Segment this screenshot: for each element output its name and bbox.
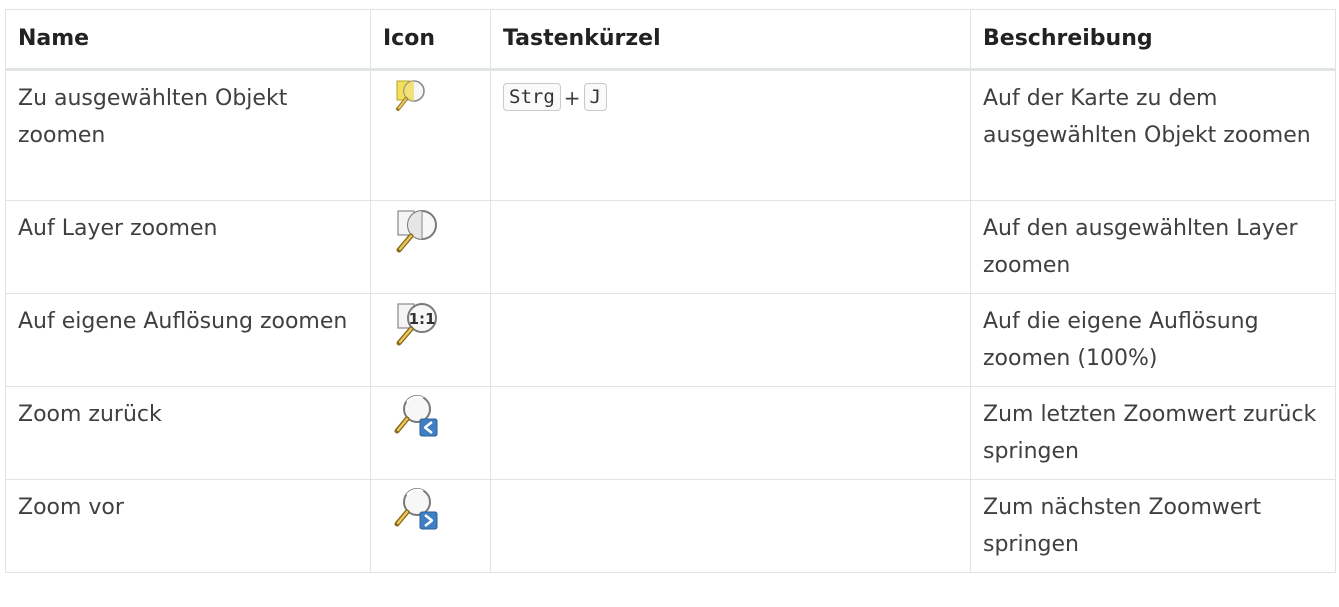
header-icon: Icon [370,9,491,71]
key-ctrl: Strg [503,83,561,111]
zoom-last-icon [393,391,478,441]
header-name: Name [5,9,371,71]
row-name: Zoom zurück [5,386,371,480]
header-description: Beschreibung [970,9,1336,71]
row-icon-cell [370,200,491,294]
row-shortcut-empty [490,479,971,573]
key-j: J [583,83,607,111]
row-name: Auf eigene Auflösung zoomen [5,293,371,387]
row-icon-cell [370,479,491,573]
row-name: Auf Layer zoomen [5,200,371,294]
zoom-actual-size-icon: 1:1 [393,298,478,348]
row-description: Auf der Karte zu dem ausgewählten Objekt… [970,69,1336,201]
key-separator: + [563,86,581,110]
row-name: Zu ausgewählten Objekt zoomen [5,69,371,201]
header-row: Name Icon Tastenkürzel Beschreibung [5,9,1336,71]
header-shortcut: Tastenkürzel [490,9,971,71]
table-row: Zu ausgewählten Objekt zoomen Strg + J Auf… [5,69,1336,201]
row-icon-cell [370,386,491,480]
table-row: Zoom vor Zum nächsten Zoomwert springen [5,479,1336,573]
table-row: Auf eigene Auflösung zoomen 1:1 Auf die … [5,293,1336,387]
table-row: Auf Layer zoomen Auf den ausgewählten La… [5,200,1336,294]
row-description: Zum nächsten Zoomwert springen [970,479,1336,573]
row-description: Auf die eigene Auflösung zoomen (100%) [970,293,1336,387]
row-icon-cell [370,69,491,201]
zoom-next-icon [393,484,478,534]
row-description: Auf den ausgewählten Layer zoomen [970,200,1336,294]
row-description: Zum letzten Zoomwert zurück springen [970,386,1336,480]
row-shortcut-empty [490,200,971,294]
row-shortcut-empty [490,386,971,480]
table-row: Zoom zurück Zum letzten Zoomwert zurück … [5,386,1336,480]
zoom-tools-table: Name Icon Tastenkürzel Beschreibung Zu a… [5,9,1336,573]
zoom-to-layer-icon [393,205,478,255]
row-shortcut: Strg + J [490,69,971,201]
row-shortcut-empty [490,293,971,387]
zoom-to-selection-icon [393,75,478,115]
icon-ratio-label: 1:1 [409,310,436,328]
row-icon-cell: 1:1 [370,293,491,387]
row-name: Zoom vor [5,479,371,573]
